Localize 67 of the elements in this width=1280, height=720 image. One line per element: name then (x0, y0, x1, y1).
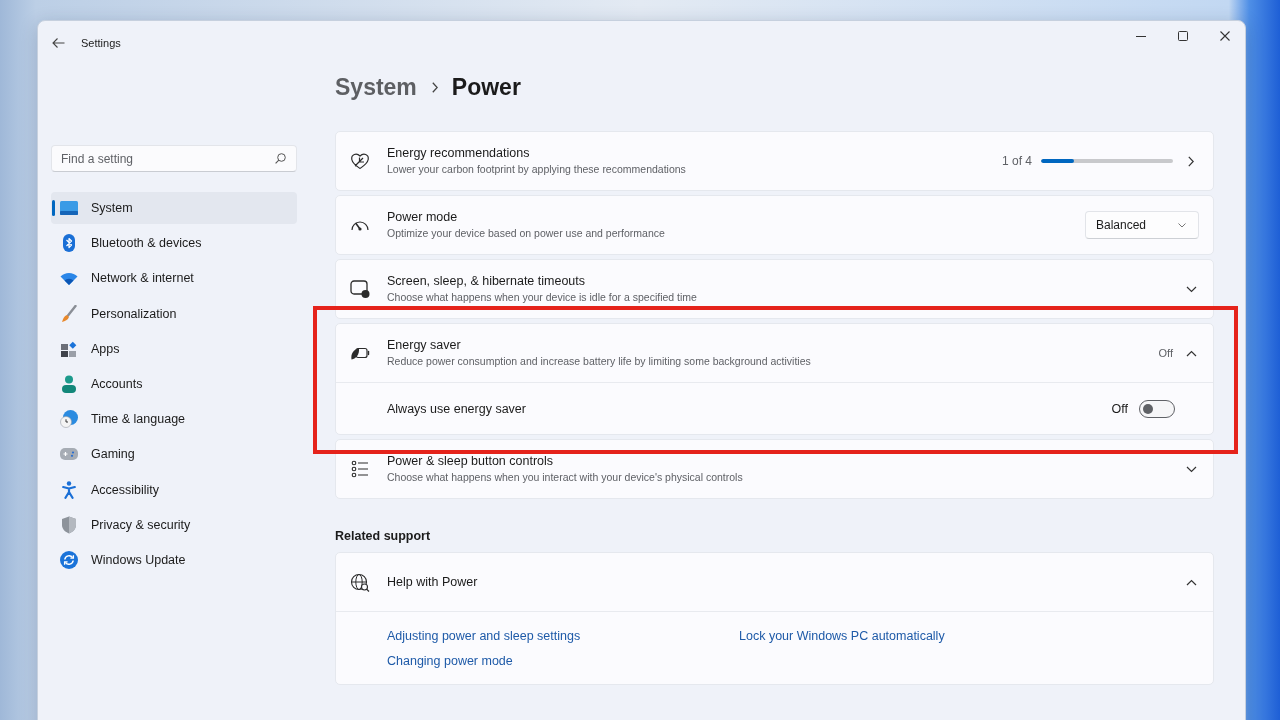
selection-indicator (52, 200, 55, 216)
gamepad-icon (60, 448, 78, 461)
setting-title: Help with Power (387, 574, 478, 590)
setting-title: Screen, sleep, & hibernate timeouts (387, 274, 586, 289)
setting-card[interactable]: Energy saver Reduce power consumption and increase battery life by limiting some background activities Off Always use energy saver Off (335, 323, 1214, 435)
setting-description: Reduce power consumption and increase battery life by limiting some background activities (387, 355, 811, 368)
globe-icon (350, 572, 370, 592)
setting-title: Energy recommendations (387, 146, 530, 161)
shield-icon (61, 515, 77, 534)
search-icon (275, 153, 286, 164)
apps-icon (60, 340, 78, 357)
sidebar-item[interactable]: Personalization (51, 297, 297, 330)
globe-clock-icon (60, 410, 78, 429)
sidebar-item[interactable]: Accounts (51, 367, 297, 400)
section-heading: Related support (335, 528, 432, 544)
setting-card[interactable]: Power & sleep button controls Choose what happens when you interact with your device's physical controls (335, 439, 1214, 499)
maximize-icon[interactable] (1178, 31, 1188, 41)
accessibility-icon (62, 480, 76, 499)
brush-icon (61, 304, 77, 323)
search-field[interactable]: Find a setting (51, 145, 297, 172)
sidebar-item[interactable]: Privacy & security (51, 508, 297, 541)
bluetooth-icon (63, 234, 75, 253)
toggle-switch[interactable] (1139, 399, 1175, 418)
chevron-right-icon (431, 81, 438, 93)
sidebar-item[interactable]: Gaming (51, 438, 297, 471)
sidebar-item[interactable]: Windows Update (51, 543, 297, 576)
setting-label: Always use energy saver (387, 401, 527, 416)
help-link[interactable]: Adjusting power and sleep settings (387, 628, 581, 644)
setting-card[interactable]: Energy recommendations Lower your carbon footprint by applying these recommendations 1 of 4 (335, 131, 1214, 191)
screen-icon (350, 280, 370, 298)
setting-title: Power mode (387, 210, 458, 225)
setting-description: Optimize your device based on power use and performance (387, 227, 665, 240)
toggle-state-label: Off (1111, 401, 1128, 416)
chevron-right-icon (1188, 155, 1194, 167)
help-card[interactable]: Help with Power Adjusting power and sleep settings Changing power mode Lock your Windows PC automatically (335, 552, 1214, 685)
caret-icon (1178, 222, 1186, 228)
setting-description: Choose what happens when your device is idle for a specified time (387, 291, 697, 304)
wifi-icon (60, 271, 78, 285)
help-link[interactable]: Changing power mode (387, 653, 513, 669)
status-text: Off (1158, 347, 1173, 359)
sidebar-item[interactable]: Apps (51, 332, 297, 365)
setting-title: Power & sleep button controls (387, 454, 554, 469)
sidebar-item[interactable]: Network & internet (51, 262, 297, 295)
setting-title: Energy saver (387, 338, 461, 353)
minimize-icon[interactable] (1136, 35, 1146, 37)
setting-description: Choose what happens when you interact with your device's physical controls (387, 471, 743, 484)
help-link[interactable]: Lock your Windows PC automatically (739, 628, 945, 644)
progress-count: 1 of 4 (1001, 154, 1032, 168)
power-mode-dropdown[interactable]: Balanced (1085, 211, 1199, 239)
monitor-icon (60, 201, 78, 215)
close-icon[interactable] (1219, 31, 1230, 41)
page-title: Power (451, 73, 521, 102)
sidebar-item[interactable]: Accessibility (51, 473, 297, 506)
breadcrumb-link[interactable]: System (335, 71, 417, 103)
list-icon (351, 460, 369, 478)
heart-icon (350, 152, 370, 170)
sidebar-item[interactable]: System (51, 192, 297, 224)
setting-card[interactable]: Power mode Optimize your device based on power use and performance Balanced (335, 195, 1214, 255)
back-icon[interactable] (52, 36, 65, 49)
person-icon (62, 374, 76, 393)
sidebar-item[interactable]: Bluetooth & devices (51, 227, 297, 260)
setting-card[interactable]: Screen, sleep, & hibernate timeouts Choose what happens when your device is idle for a specified time (335, 259, 1214, 319)
window-title: Settings (81, 36, 121, 49)
battery-leaf-icon (350, 346, 370, 360)
refresh-icon (60, 550, 78, 569)
sidebar-item[interactable]: Time & language (51, 403, 297, 436)
setting-description: Lower your carbon footprint by applying these recommendations (387, 163, 686, 176)
